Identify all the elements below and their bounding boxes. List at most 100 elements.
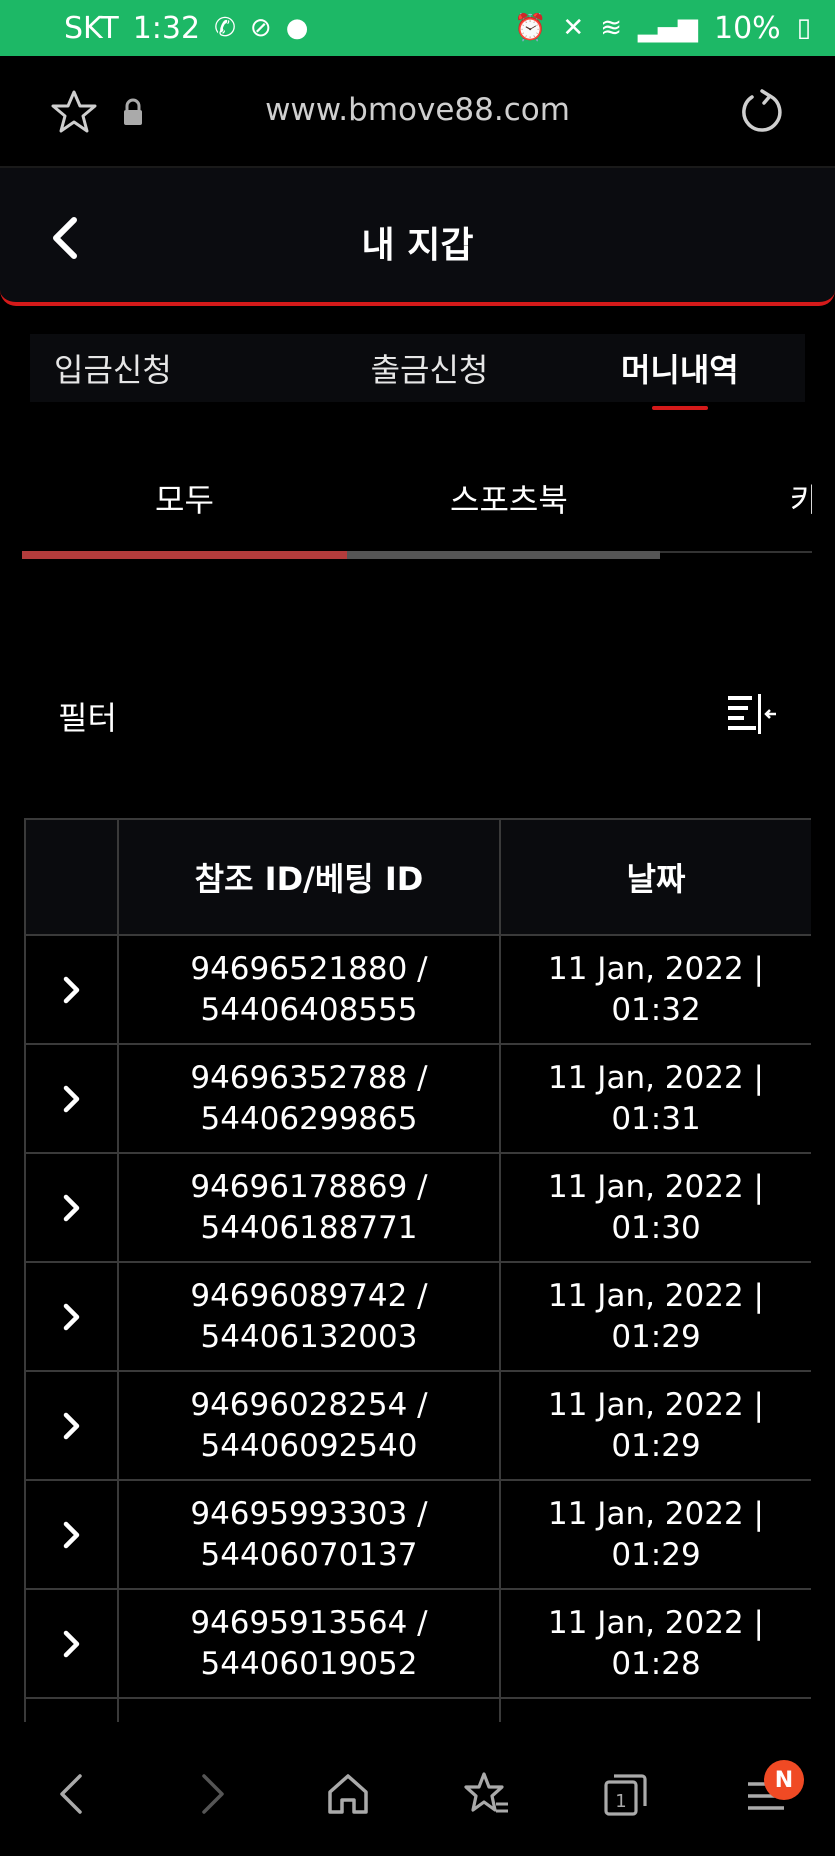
signal-icon: ▂▄▆ <box>638 13 698 43</box>
expand-cell[interactable] <box>24 1043 119 1154</box>
chat-icon: ● <box>285 13 309 43</box>
wallet-tabs: 입금신청 출금신청 머니내역 <box>30 334 805 410</box>
reference-id-cell: 94695913564 /54406019052 <box>117 1588 501 1699</box>
reference-id: 94695913564 / <box>190 1605 428 1642</box>
blocked-icon: ⊘ <box>249 13 272 43</box>
subtab-all[interactable]: 모두 <box>155 475 214 521</box>
page-title: 내 지갑 <box>361 225 474 266</box>
chevron-right-icon[interactable] <box>61 1084 83 1114</box>
forward-icon[interactable] <box>188 1770 236 1818</box>
date-value: 11 Jan, 2022 | <box>548 1496 764 1533</box>
bet-id: 54406132003 <box>200 1318 418 1355</box>
wallet-header: 내 지갑 <box>0 168 835 306</box>
category-tabs[interactable]: 모두 스포츠북 카 <box>22 455 812 560</box>
reload-icon[interactable] <box>738 88 786 136</box>
status-bar: SKT 1:32 ✆ ⊘ ● ⏰ ✕ ≋ ▂▄▆ 10% ▯ <box>0 0 835 56</box>
date-cell: 11 Jan, 2022 | <box>499 1697 811 1723</box>
date-cell: 11 Jan, 2022 | 01:30 <box>499 1152 811 1263</box>
reference-id-cell: 94696352788 /54406299865 <box>117 1043 501 1154</box>
browser-address-bar: www.bmove88.com <box>0 56 835 168</box>
date-cell: 11 Jan, 2022 | 01:29 <box>499 1479 811 1590</box>
table-row[interactable]: 94695795947 /11 Jan, 2022 | <box>24 1697 811 1723</box>
reference-id: 94696089742 / <box>190 1278 428 1315</box>
tab-money-history[interactable]: 머니내역 <box>555 334 805 410</box>
table-row[interactable]: 94696028254 /54406092540 11 Jan, 2022 | 01… <box>24 1370 811 1481</box>
transaction-table: 참조 ID/베팅 ID 날짜 94696521880 /54406408555 1… <box>24 818 811 1723</box>
date-cell: 11 Jan, 2022 | 01:29 <box>499 1370 811 1481</box>
back-icon[interactable] <box>48 1770 96 1818</box>
table-row[interactable]: 94696352788 /54406299865 11 Jan, 2022 | 01… <box>24 1043 811 1154</box>
column-header-reference-id: 참조 ID/베팅 ID <box>117 818 501 936</box>
date-value: 11 Jan, 2022 | <box>548 1060 764 1097</box>
date-cell: 11 Jan, 2022 | 01:28 <box>499 1588 811 1699</box>
expand-cell[interactable] <box>24 1370 119 1481</box>
alarm-icon: ⏰ <box>514 13 547 43</box>
reference-id: 94696521880 / <box>190 951 428 988</box>
menu-notification-badge: N <box>764 1760 804 1800</box>
subtab-active-indicator <box>22 551 347 559</box>
reference-id: 94696028254 / <box>190 1387 428 1424</box>
date-cell: 11 Jan, 2022 | 01:29 <box>499 1261 811 1372</box>
clock: 1:32 <box>132 10 201 46</box>
expand-cell[interactable] <box>24 1479 119 1590</box>
subtab-casino[interactable]: 카 <box>790 475 812 521</box>
date-cell: 11 Jan, 2022 | 01:31 <box>499 1043 811 1154</box>
reference-id: 94695993303 / <box>190 1496 428 1533</box>
chevron-right-icon[interactable] <box>61 1302 83 1332</box>
date-value: 11 Jan, 2022 | <box>548 951 764 988</box>
date-cell: 11 Jan, 2022 | 01:32 <box>499 934 811 1045</box>
date-value: 11 Jan, 2022 | <box>548 1605 764 1642</box>
time-value: 01:32 <box>611 991 701 1028</box>
chevron-right-icon[interactable] <box>61 1520 83 1550</box>
bet-id: 54406070137 <box>200 1536 418 1573</box>
subtab-sportsbook[interactable]: 스포츠북 <box>450 475 568 521</box>
table-row[interactable]: 94696178869 /54406188771 11 Jan, 2022 | 01… <box>24 1152 811 1263</box>
time-value: 01:29 <box>611 1318 701 1355</box>
filter-sort-icon[interactable] <box>726 692 778 736</box>
time-value: 01:28 <box>611 1645 701 1682</box>
reference-id-cell: 94696521880 /54406408555 <box>117 934 501 1045</box>
time-value: 01:30 <box>611 1209 701 1246</box>
filter-label: 필터 <box>58 699 117 737</box>
column-header-date: 날짜 <box>499 818 811 936</box>
chevron-right-icon[interactable] <box>61 1411 83 1441</box>
chevron-right-icon[interactable] <box>61 1629 83 1659</box>
expand-cell[interactable] <box>24 1152 119 1263</box>
table-row[interactable]: 94695993303 /54406070137 11 Jan, 2022 | 01… <box>24 1479 811 1590</box>
time-value: 01:29 <box>611 1427 701 1464</box>
battery-icon: ▯ <box>796 13 811 43</box>
expand-cell[interactable] <box>24 1697 119 1723</box>
url-field[interactable]: www.bmove88.com <box>0 92 835 128</box>
expand-cell[interactable] <box>24 934 119 1045</box>
chevron-right-icon[interactable] <box>61 1193 83 1223</box>
tab-deposit-request[interactable]: 입금신청 <box>30 334 304 402</box>
reference-id-cell: 94696178869 /54406188771 <box>117 1152 501 1263</box>
table-row[interactable]: 94696521880 /54406408555 11 Jan, 2022 | 01… <box>24 934 811 1045</box>
reference-id-cell: 94695795947 / <box>117 1697 501 1723</box>
date-value: 11 Jan, 2022 | <box>548 1169 764 1206</box>
bet-id: 54406188771 <box>200 1209 418 1246</box>
home-icon[interactable] <box>324 1770 372 1818</box>
chevron-right-icon[interactable] <box>61 975 83 1005</box>
bet-id: 54406092540 <box>200 1427 418 1464</box>
time-value: 01:31 <box>611 1100 701 1137</box>
time-value: 01:29 <box>611 1536 701 1573</box>
table-header-row: 참조 ID/베팅 ID 날짜 <box>24 818 811 936</box>
carrier-label: SKT <box>64 10 119 46</box>
reference-id-cell: 94695993303 /54406070137 <box>117 1479 501 1590</box>
expand-cell[interactable] <box>24 1261 119 1372</box>
active-tab-indicator <box>651 406 708 410</box>
tab-withdraw-request[interactable]: 출금신청 <box>304 334 554 402</box>
bookmarks-icon[interactable] <box>462 1770 510 1818</box>
column-header-expand <box>24 818 119 936</box>
wifi-icon: ≋ <box>600 13 622 43</box>
reference-id: 94696352788 / <box>190 1060 428 1097</box>
bet-id: 54406019052 <box>200 1645 418 1682</box>
table-row[interactable]: 94695913564 /54406019052 11 Jan, 2022 | 01… <box>24 1588 811 1699</box>
tabs-icon[interactable]: 1 <box>602 1770 650 1818</box>
phone-icon: ✆ <box>214 13 236 43</box>
expand-cell[interactable] <box>24 1588 119 1699</box>
table-row[interactable]: 94696089742 /54406132003 11 Jan, 2022 | 01… <box>24 1261 811 1372</box>
tab-label: 입금신청 <box>54 351 172 389</box>
date-value: 11 Jan, 2022 | <box>548 1387 764 1424</box>
